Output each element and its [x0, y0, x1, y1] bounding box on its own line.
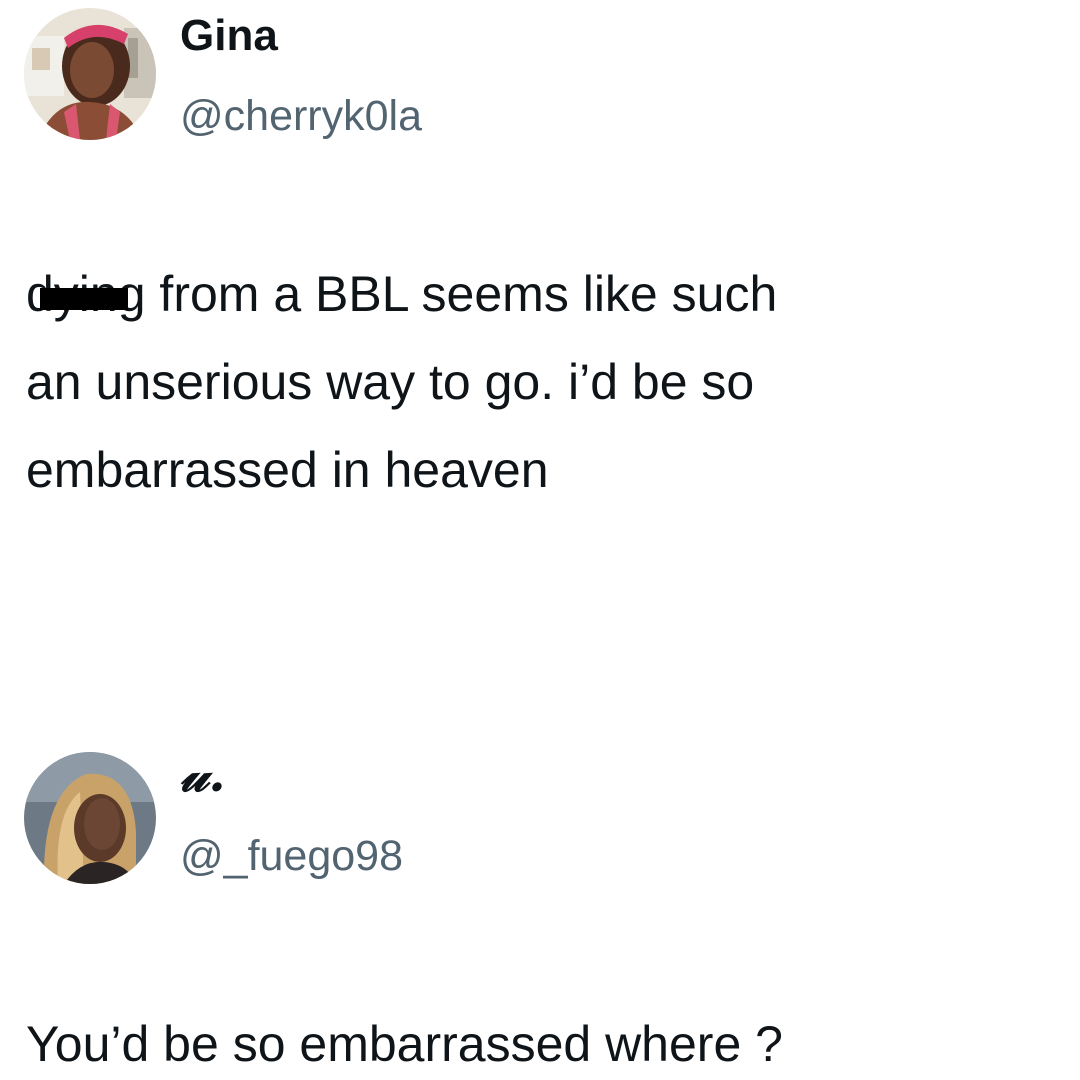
- tweet-text-line: dying from a BBL seems like such: [26, 250, 1056, 338]
- tweet-text-line: You’d be so embarrassed where ?: [26, 1016, 783, 1072]
- censor-bar: [40, 288, 128, 310]
- tweet-text-segment: from a BBL seems like such: [145, 266, 778, 322]
- fuego-avatar[interactable]: [24, 752, 156, 884]
- display-name[interactable]: Gina: [180, 10, 278, 62]
- display-name[interactable]: 𝓊.: [180, 748, 226, 800]
- fuego-avatar-photo-icon: [24, 752, 156, 884]
- gina-avatar-photo-icon: [24, 8, 156, 140]
- tweet-text-line: embarrassed in heaven: [26, 442, 549, 498]
- censored-word: dying: [26, 266, 146, 322]
- gina-avatar[interactable]: [24, 8, 156, 140]
- tweet-text-line: an unserious way to go. i’d be so: [26, 354, 755, 410]
- user-handle[interactable]: @cherryk0la: [180, 90, 422, 142]
- tweet-text: You’d be so embarrassed where ?: [26, 1000, 1056, 1080]
- user-handle[interactable]: @_fuego98: [180, 830, 403, 882]
- tweet-fuego[interactable]: 𝓊. @_fuego98 You’d be so embarrassed whe…: [0, 740, 1080, 1080]
- tweet-text: dying from a BBL seems like such an unse…: [26, 250, 1056, 514]
- tweet-gina[interactable]: Gina @cherryk0la dying from a BBL seems …: [0, 0, 1080, 600]
